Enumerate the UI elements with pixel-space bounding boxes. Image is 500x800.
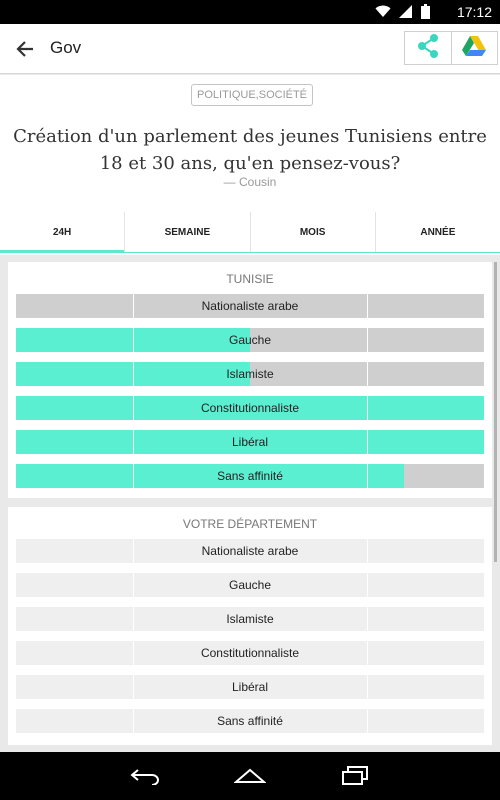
result-bar: Libéral — [16, 675, 484, 699]
result-bar: Islamiste — [16, 362, 484, 386]
nav-back-icon[interactable] — [127, 764, 163, 788]
department-results-card: VOTRE DÉPARTEMENT Nationaliste arabe Gauc… — [8, 507, 492, 745]
bar-label: Libéral — [231, 435, 269, 449]
bar-label: Gauche — [228, 578, 272, 592]
share-icon — [417, 33, 439, 63]
department-title: VOTRE DÉPARTEMENT — [182, 517, 318, 531]
bar-label: Islamiste — [226, 612, 274, 626]
result-bar: Libéral — [16, 430, 484, 454]
result-bar: Sans affinité — [16, 709, 484, 733]
app-bar: Gov — [0, 24, 500, 74]
period-tabs: 24H SEMAINE MOIS ANNÉE — [0, 212, 500, 253]
national-results-card: TUNISIE Nationaliste arabe Gauche Islamist… — [8, 262, 492, 498]
result-bar: Gauche — [16, 328, 484, 352]
bar-label: Nationaliste arabe — [201, 299, 299, 313]
battery-icon — [421, 4, 430, 24]
bar-label: Constitutionnaliste — [200, 401, 300, 415]
bar-label: Libéral — [231, 680, 269, 694]
status-time: 17:12 — [456, 4, 492, 20]
bar-label: Sans affinité — [217, 469, 283, 483]
category-tag: POLITIQUE,SOCIÉTÉ — [191, 84, 314, 106]
status-bar: 17:12 — [0, 0, 500, 24]
result-bar: Islamiste — [16, 607, 484, 631]
drive-button[interactable] — [450, 32, 498, 64]
result-bar: Constitutionnaliste — [16, 641, 484, 665]
result-bar: Nationaliste arabe — [16, 539, 484, 563]
system-nav-bar — [0, 752, 500, 800]
signal-icon — [399, 5, 413, 23]
bar-label: Nationaliste arabe — [201, 544, 299, 558]
scrollbar[interactable] — [494, 262, 497, 562]
result-bar: Sans affinité — [16, 464, 484, 488]
bar-label: Sans affinité — [217, 714, 283, 728]
arrow-back-icon[interactable] — [12, 36, 38, 62]
google-drive-icon — [461, 35, 487, 62]
share-button[interactable] — [405, 32, 451, 64]
action-group — [404, 31, 498, 65]
bar-label: Constitutionnaliste — [200, 646, 300, 660]
tab-annee[interactable]: ANNÉE — [374, 212, 500, 252]
result-bar: Gauche — [16, 573, 484, 597]
national-title: TUNISIE — [226, 272, 274, 286]
question-author: — Cousin — [223, 175, 277, 189]
result-bar: Constitutionnaliste — [16, 396, 484, 420]
bar-label: Islamiste — [226, 367, 274, 381]
bar-label: Gauche — [228, 333, 272, 347]
app-title: Gov — [50, 38, 82, 57]
tab-semaine[interactable]: SEMAINE — [124, 212, 249, 252]
tab-mois[interactable]: MOIS — [249, 212, 375, 252]
tab-24h[interactable]: 24H — [0, 212, 125, 253]
question-header: POLITIQUE,SOCIÉTÉ Création d'un parlemen… — [0, 75, 500, 255]
nav-home-icon[interactable] — [232, 764, 268, 788]
nav-recents-icon[interactable] — [337, 764, 373, 788]
question-text: Création d'un parlement des jeunes Tunis… — [13, 126, 487, 174]
result-bar: Nationaliste arabe — [16, 294, 484, 318]
wifi-icon — [375, 5, 391, 23]
